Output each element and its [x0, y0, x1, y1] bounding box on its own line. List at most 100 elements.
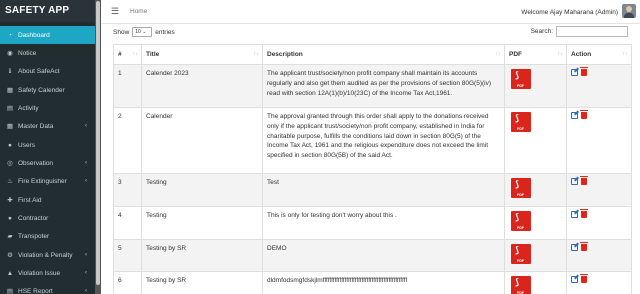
users-icon: ●	[8, 141, 12, 149]
chevron-left-icon: ‹	[85, 178, 87, 184]
edit-icon[interactable]	[571, 210, 578, 218]
delete-icon[interactable]	[580, 67, 588, 76]
row-pdf: ⟆ PDF	[504, 238, 567, 273]
row-description: dldmfodsmgfdskjlmfffffffffffffffffffffff…	[262, 271, 505, 294]
search-input[interactable]	[556, 26, 628, 37]
sidebar-item-activity[interactable]: ▤ Activity	[0, 99, 95, 117]
dashboard-icon: ◔	[8, 31, 12, 39]
pdf-file-icon[interactable]: ⟆ PDF	[511, 276, 531, 294]
sort-icon: ↑↓	[557, 51, 564, 57]
pdf-file-icon[interactable]: ⟆ PDF	[511, 178, 531, 198]
row-actions	[566, 173, 632, 207]
row-number: 5	[113, 238, 142, 273]
fire-icon: ♨	[7, 178, 13, 185]
column-header-pdf[interactable]: PDF ↑↓	[504, 44, 567, 65]
breadcrumb[interactable]: Home	[130, 8, 147, 15]
delete-icon[interactable]	[580, 176, 588, 185]
row-title: Calender	[141, 107, 263, 174]
row-title: Calender 2023	[141, 64, 263, 108]
table-row: 4 Testing This is only for testing don't w…	[113, 205, 632, 240]
edit-icon[interactable]	[571, 276, 578, 284]
sidebar-item-label: Transpoter	[18, 232, 50, 240]
row-description: Test	[262, 173, 505, 207]
sidebar-item-label: First Aid	[18, 196, 42, 204]
edit-icon[interactable]	[571, 243, 578, 251]
avatar[interactable]	[622, 4, 636, 18]
chevron-down-icon: ⌄	[142, 29, 147, 35]
gear-icon: ⚙	[7, 252, 13, 259]
sidebar-item-label: Violation & Penalty	[18, 251, 73, 259]
delete-icon[interactable]	[580, 241, 588, 251]
row-description: The approval granted through this order …	[262, 107, 505, 174]
sidebar-item-label: Activity	[18, 104, 39, 112]
sidebar-item-label: HSE Report	[18, 287, 53, 294]
table-row: 3 Testing Test ⟆ PDF	[113, 173, 632, 207]
chevron-left-icon: ‹	[85, 160, 87, 166]
chevron-left-icon: ‹	[85, 252, 87, 258]
table-row: 6 Testing by SR dldmfodsmgfdskjlmfffffffff…	[113, 271, 632, 294]
sidebar-item-transpoter[interactable]: ▰ Transpoter	[0, 227, 95, 245]
data-table: # ↑↓ Title ↑↓ Description ↑↓ PDF ↑↓ Action ↑↓…	[113, 44, 632, 294]
sidebar-item-first-aid[interactable]: ✚ First Aid	[0, 191, 95, 209]
welcome-text[interactable]: Welcome Ajay Maharana (Admin)	[521, 9, 618, 16]
activity-icon: ▤	[6, 105, 14, 112]
edit-icon[interactable]	[571, 69, 578, 76]
sidebar-item-label: Notice	[18, 49, 37, 57]
pdf-file-icon[interactable]: ⟆ PDF	[511, 69, 531, 89]
row-actions	[566, 64, 632, 108]
sort-icon: ↑↓	[253, 51, 260, 57]
calendar-icon: ▦	[6, 87, 14, 94]
column-header-title[interactable]: Title ↑↓	[141, 44, 263, 65]
row-actions	[566, 107, 632, 174]
sidebar-item-safety-calender[interactable]: ▦ Safety Calender	[0, 81, 95, 99]
sidebar-item-label: Observation	[18, 159, 54, 167]
warning-icon: ▲	[6, 269, 14, 277]
sidebar-item-notice[interactable]: ◉ Notice	[0, 44, 95, 62]
bell-icon: ◉	[7, 50, 13, 57]
sidebar-item-violation-penalty[interactable]: ⚙ Violation & Penalty ‹	[0, 246, 95, 264]
delete-icon[interactable]	[580, 274, 588, 284]
column-header-num[interactable]: # ↑↓	[113, 44, 142, 65]
scrollbar-thumb[interactable]	[96, 1, 100, 285]
sidebar-item-hse-report[interactable]: ▤ HSE Report ‹	[0, 282, 95, 294]
sidebar-item-fire-extinguisher[interactable]: ♨ Fire Extinguisher ‹	[0, 172, 95, 190]
first-aid-icon: ✚	[7, 197, 13, 204]
row-pdf: ⟆ PDF	[504, 205, 567, 240]
edit-icon[interactable]	[571, 112, 578, 119]
chevron-left-icon: ‹	[85, 123, 87, 129]
delete-icon[interactable]	[580, 208, 588, 218]
sort-icon: ↑↓	[132, 51, 139, 57]
edit-icon[interactable]	[571, 178, 578, 185]
menu-toggle-icon[interactable]: ☰	[111, 6, 119, 17]
pdf-file-icon[interactable]: ⟆ PDF	[511, 210, 531, 231]
entries-label: entries	[155, 28, 175, 36]
search-control: Search:	[531, 26, 628, 37]
row-number: 2	[113, 107, 142, 174]
sidebar-item-label: Master Data	[18, 122, 54, 130]
sidebar-item-contractor[interactable]: ● Contractor	[0, 209, 95, 227]
pdf-file-icon[interactable]: ⟆ PDF	[511, 112, 531, 132]
table-row: 5 Testing by SR DEMO ⟆ PDF	[113, 238, 632, 273]
report-icon: ▤	[6, 288, 14, 294]
row-actions	[566, 238, 632, 273]
column-header-action[interactable]: Action ↑↓	[566, 44, 632, 65]
eye-icon: ◎	[7, 160, 13, 167]
sidebar-item-label: Users	[18, 141, 35, 149]
sidebar-item-label: Dashboard	[18, 31, 50, 39]
sidebar-item-about-safeact[interactable]: ℹ About SafeAct	[0, 62, 95, 80]
table-icon: ▦	[6, 123, 14, 130]
search-label: Search:	[530, 28, 553, 35]
chevron-left-icon: ‹	[85, 288, 87, 294]
page-size-select[interactable]: 10 ⌄	[132, 27, 153, 37]
sidebar-item-master-data[interactable]: ▦ Master Data ‹	[0, 117, 95, 135]
row-title: Testing by SR	[141, 271, 263, 294]
pdf-file-icon[interactable]: ⟆ PDF	[511, 243, 531, 264]
row-pdf: ⟆ PDF	[504, 271, 567, 294]
sidebar-item-users[interactable]: ● Users	[0, 136, 95, 154]
column-header-description[interactable]: Description ↑↓	[262, 44, 505, 65]
delete-icon[interactable]	[580, 110, 588, 119]
truck-icon: ▰	[7, 233, 13, 240]
sidebar-item-dashboard[interactable]: ◔ Dashboard	[0, 26, 95, 44]
sidebar-item-violation-issue[interactable]: ▲ Violation Issue ‹	[0, 264, 95, 282]
sidebar-item-observation[interactable]: ◎ Observation ‹	[0, 154, 95, 172]
